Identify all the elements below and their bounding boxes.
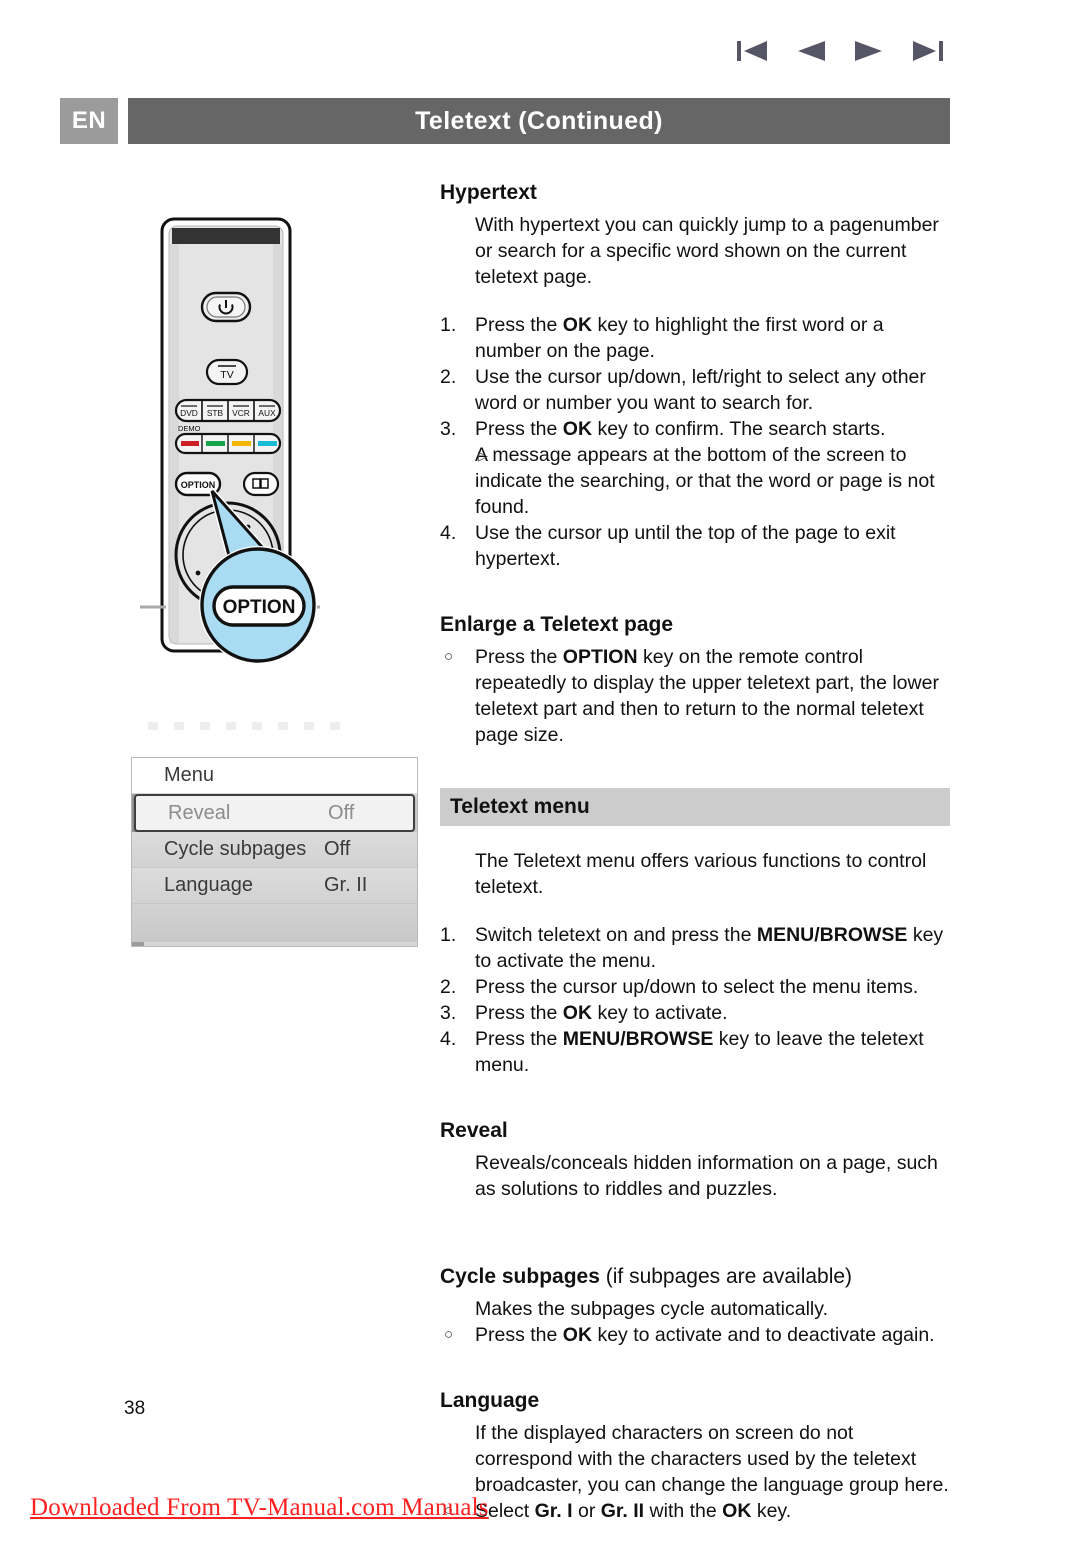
list-item: ○ Press the OPTION key on the remote con… <box>440 644 950 748</box>
step-text: Press the OK key to confirm. The search … <box>475 418 886 440</box>
svg-text:AUX: AUX <box>258 408 276 418</box>
circle-bullet-icon: ○ <box>444 1326 454 1343</box>
reveal-body: Reveals/conceals hidden information on a… <box>475 1152 938 1200</box>
menu-row-label: Reveal <box>168 801 231 824</box>
remote-control-illustration: TV DVD STB VCR AUX DEMO OPTION OPTION <box>140 215 355 670</box>
step-text: Switch teletext on and press the MENU/BR… <box>475 924 944 972</box>
step-text: Press the OK key to highlight the first … <box>475 314 884 362</box>
hypertext-steps: 1. Press the OK key to highlight the fir… <box>440 312 950 572</box>
step-text: Use the cursor up/down, left/right to se… <box>475 366 926 414</box>
heading-hypertext: Hypertext <box>440 181 537 204</box>
menu-screen-title: Menu <box>132 758 417 794</box>
step-number: 4. <box>440 1028 457 1050</box>
bullet-text: Press the OK key to activate and to deac… <box>475 1324 935 1346</box>
cycle-body: Makes the subpages cycle automatically. <box>475 1298 828 1320</box>
key-name: OK <box>562 418 593 440</box>
cycle-bullets: ○ Press the OK key to activate and to de… <box>440 1322 950 1348</box>
language-bullets: ○ Select Gr. I or Gr. II with the OK key… <box>440 1498 950 1524</box>
list-item: 4. Press the MENU/BROWSE key to leave th… <box>440 1026 950 1078</box>
svg-text:STB: STB <box>207 408 224 418</box>
teletext-menu-steps: 1. Switch teletext on and press the MENU… <box>440 922 950 1078</box>
svg-text:OPTION: OPTION <box>223 597 296 618</box>
step-number: 2. <box>440 366 457 388</box>
key-name: OK <box>722 1500 752 1522</box>
key-name: OK <box>562 314 593 336</box>
menu-row-value: Gr. II <box>324 874 368 896</box>
svg-text:DVD: DVD <box>180 408 198 418</box>
first-page-icon[interactable] <box>735 38 769 64</box>
language-body: If the displayed characters on screen do… <box>475 1422 949 1496</box>
menu-row-cycle-subpages[interactable]: Cycle subpages Off <box>132 832 417 868</box>
teletext-menu-screenshot: Menu Reveal Off Cycle subpages Off Langu… <box>131 757 418 947</box>
list-item: 2. Use the cursor up/down, left/right to… <box>440 364 950 416</box>
scan-artifact <box>148 722 348 730</box>
menu-row-value: Off <box>324 838 351 860</box>
main-content-column: Hypertext With hypertext you can quickly… <box>440 180 950 1524</box>
circle-bullet-icon: ○ <box>444 648 454 665</box>
enlarge-bullets: ○ Press the OPTION key on the remote con… <box>440 644 950 748</box>
next-page-icon[interactable] <box>853 38 885 64</box>
list-item: ○ Select Gr. I or Gr. II with the OK key… <box>440 1498 950 1524</box>
step-number: 1. <box>440 314 457 336</box>
hypertext-intro: With hypertext you can quickly jump to a… <box>475 214 939 288</box>
step-number: 1. <box>440 924 457 946</box>
step-text: Press the MENU/BROWSE key to leave the t… <box>475 1028 924 1076</box>
step-text: Press the cursor up/down to select the m… <box>475 976 919 998</box>
key-name: Gr. I <box>534 1500 573 1522</box>
menu-row-label: Cycle subpages <box>164 838 307 860</box>
svg-text:DEMO: DEMO <box>178 424 201 433</box>
section-band-teletext-menu: Teletext menu <box>440 788 950 826</box>
menu-row-label: Language <box>164 874 253 896</box>
triangle-bullet-icon: ▷ <box>478 448 488 463</box>
list-item: 1. Switch teletext on and press the MENU… <box>440 922 950 974</box>
teletext-menu-intro: The Teletext menu offers various functio… <box>475 850 927 898</box>
list-item: 1. Press the OK key to highlight the fir… <box>440 312 950 364</box>
step-text: Press the OK key to activate. <box>475 1002 728 1024</box>
note-text: A message appears at the bottom of the s… <box>475 444 935 518</box>
list-item: 3. Press the OK key to activate. <box>440 1000 950 1026</box>
bullet-text: Select Gr. I or Gr. II with the OK key. <box>475 1500 792 1522</box>
key-name: Gr. II <box>600 1500 645 1522</box>
svg-text:TV: TV <box>220 369 233 381</box>
previous-page-icon[interactable] <box>795 38 827 64</box>
footer-watermark: Downloaded From TV-Manual.com Manuals <box>30 1494 489 1521</box>
page-title: Teletext (Continued) <box>128 98 950 144</box>
menu-empty-row <box>132 904 417 942</box>
key-name: MENU/BROWSE <box>756 924 908 946</box>
step-text: Use the cursor up until the top of the p… <box>475 522 896 570</box>
list-item-note: ▷ A message appears at the bottom of the… <box>440 442 950 520</box>
svg-text:VCR: VCR <box>232 408 250 418</box>
step-number: 3. <box>440 418 457 440</box>
list-item: 3. Press the OK key to confirm. The sear… <box>440 416 950 442</box>
page-number: 38 <box>124 1398 146 1419</box>
menu-row-language[interactable]: Language Gr. II <box>132 868 417 904</box>
step-number: 3. <box>440 1002 457 1024</box>
bullet-text: Press the OPTION key on the remote contr… <box>475 646 939 746</box>
step-number: 2. <box>440 976 457 998</box>
key-name: OPTION <box>562 646 638 668</box>
page-navigation-bar <box>735 38 945 64</box>
svg-text:OPTION: OPTION <box>181 480 216 490</box>
menu-row-value: Off <box>328 801 355 824</box>
page-header: EN Teletext (Continued) <box>60 98 950 144</box>
menu-row-reveal[interactable]: Reveal Off <box>134 794 415 832</box>
language-badge: EN <box>60 98 118 144</box>
document-page: EN Teletext (Continued) TV DVD STB VCR A… <box>0 0 1080 1560</box>
heading-language: Language <box>440 1389 540 1412</box>
step-number: 4. <box>440 522 457 544</box>
heading-cycle-subpages: Cycle subpages (if subpages are availabl… <box>440 1265 853 1288</box>
key-name: MENU/BROWSE <box>562 1028 714 1050</box>
list-item: 2. Press the cursor up/down to select th… <box>440 974 950 1000</box>
heading-enlarge-teletext-page: Enlarge a Teletext page <box>440 613 674 636</box>
key-name: OK <box>562 1002 593 1024</box>
last-page-icon[interactable] <box>911 38 945 64</box>
list-item: ○ Press the OK key to activate and to de… <box>440 1322 950 1348</box>
heading-reveal: Reveal <box>440 1119 508 1142</box>
list-item: 4. Use the cursor up until the top of th… <box>440 520 950 572</box>
key-name: OK <box>562 1324 593 1346</box>
